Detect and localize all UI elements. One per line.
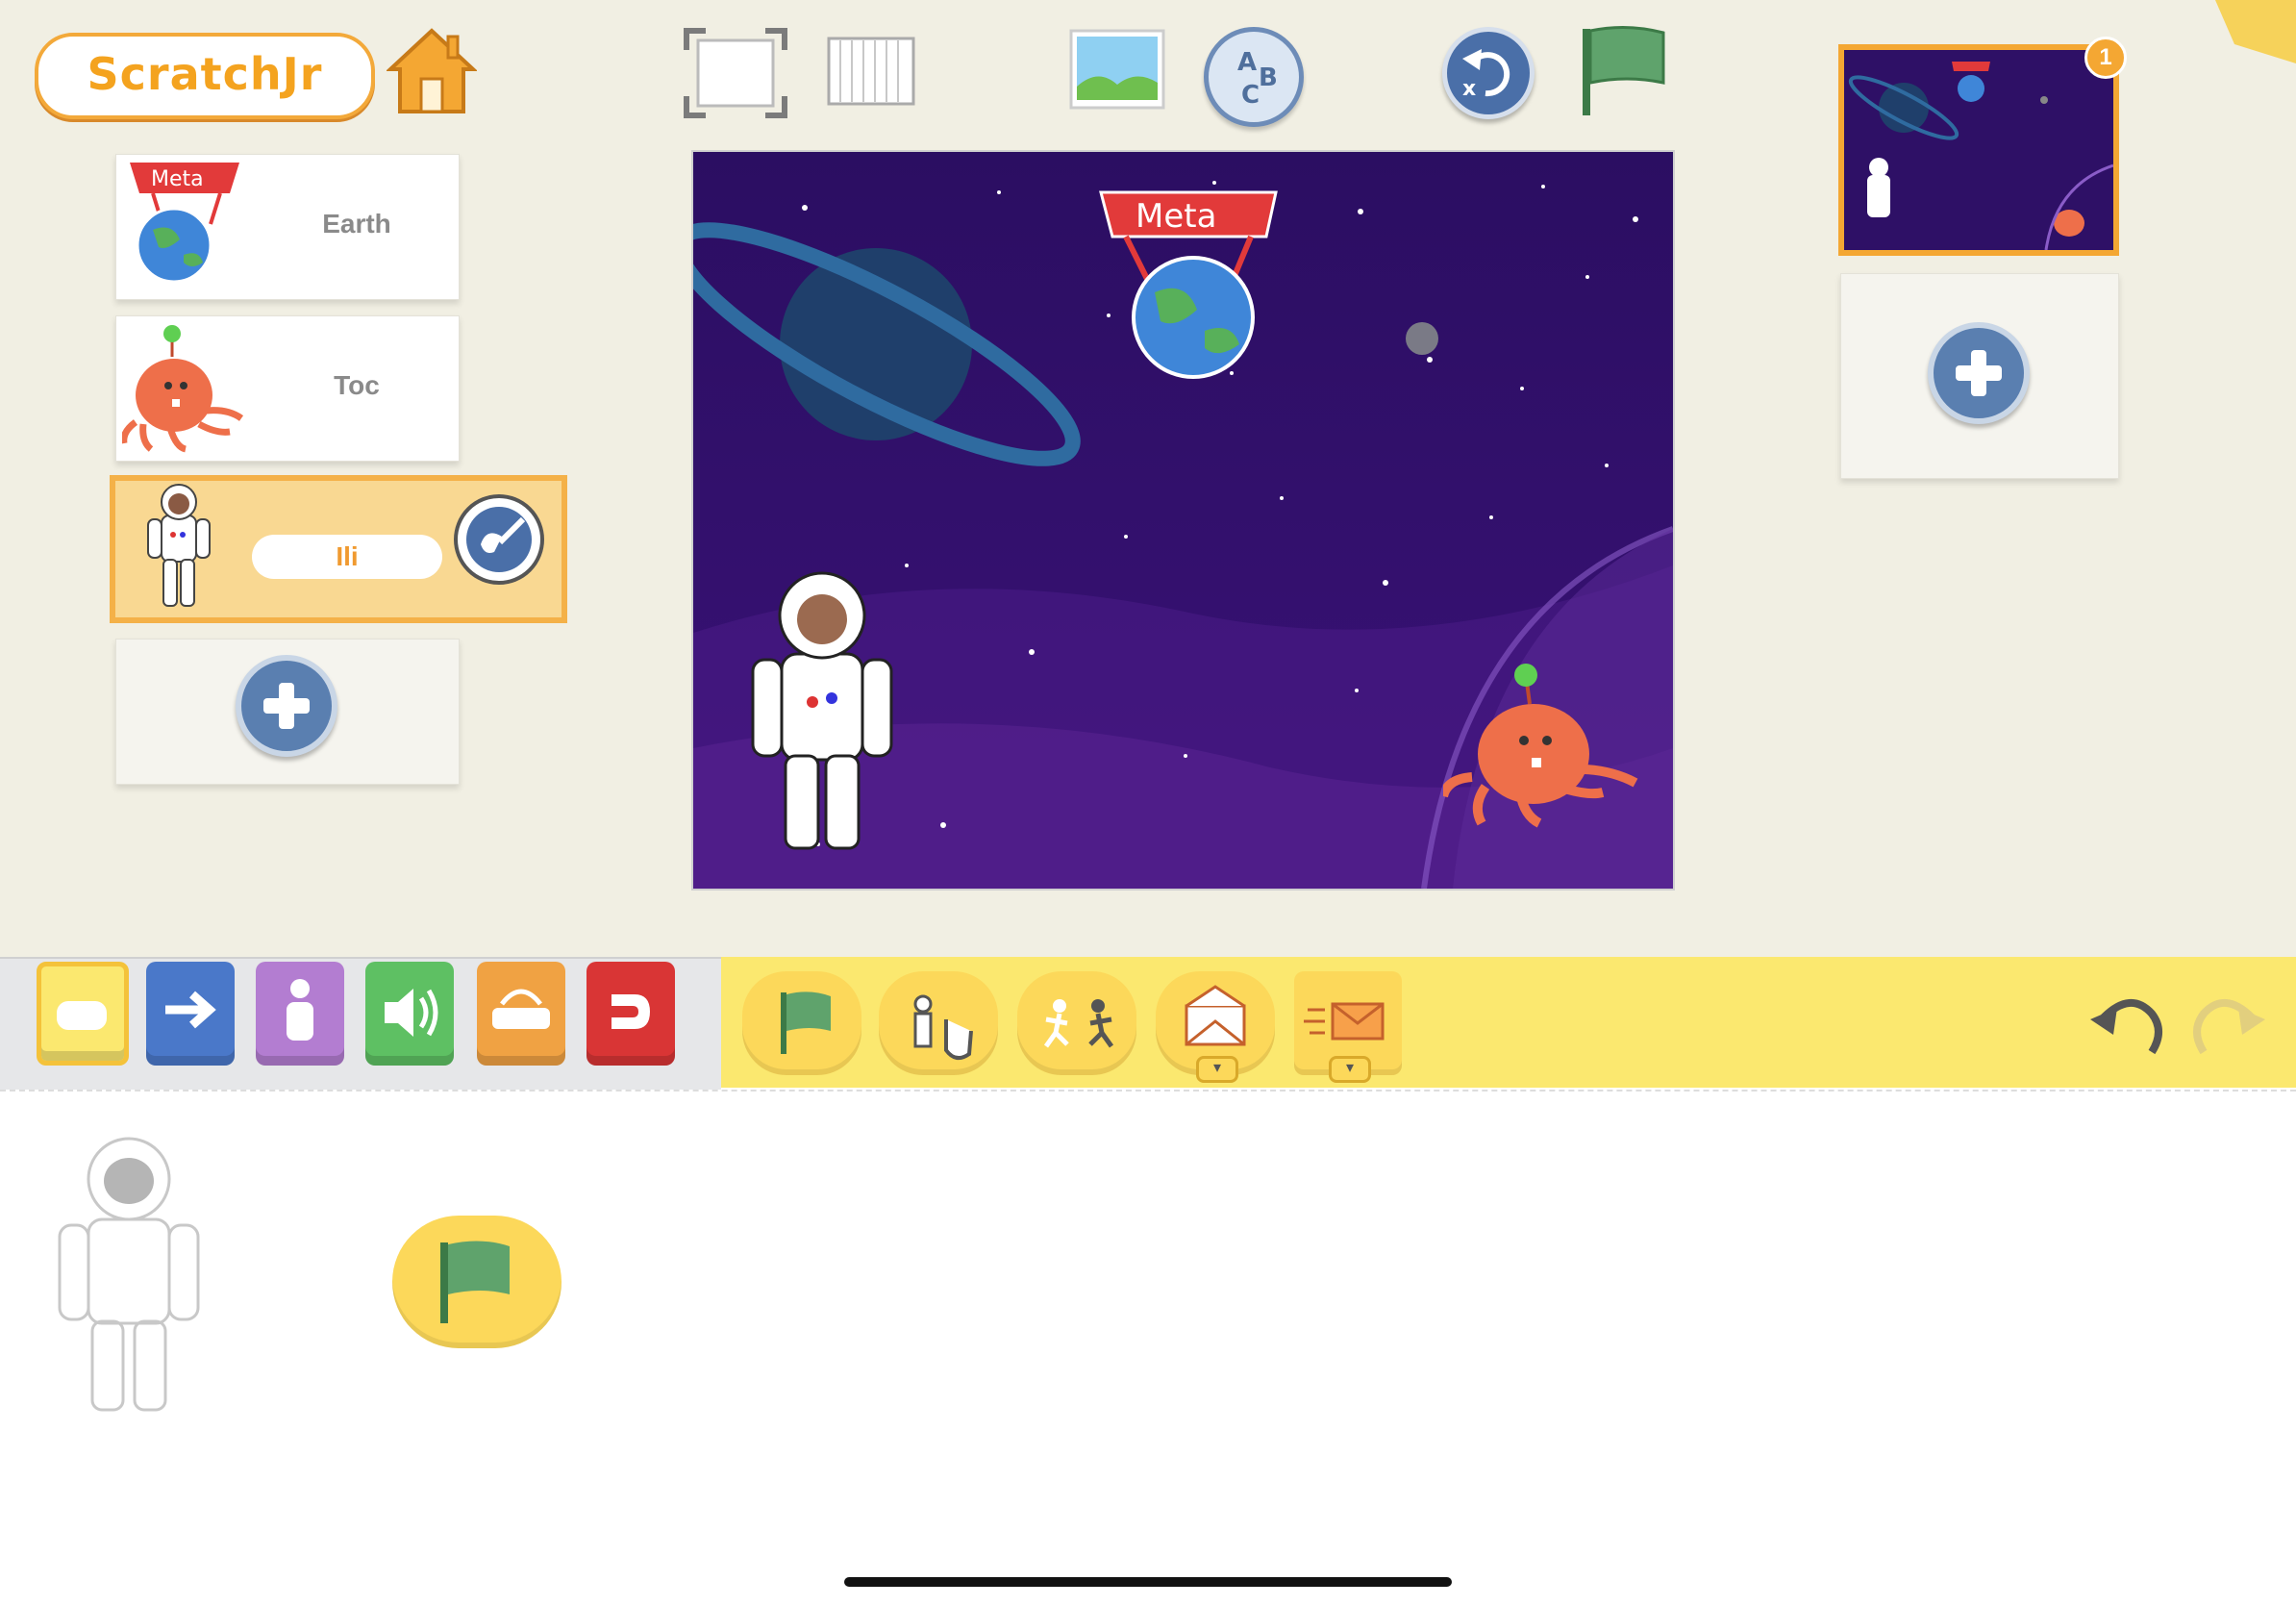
arrow-right-icon [165, 991, 216, 1029]
category-sound[interactable] [365, 962, 454, 1066]
add-page-button[interactable] [1928, 322, 2030, 424]
grid-icon [827, 37, 915, 106]
text-icon: A B C [1237, 48, 1278, 110]
category-end[interactable] [586, 962, 675, 1066]
add-text-button[interactable]: A B C [1204, 27, 1304, 127]
ili-astronaut-sprite[interactable] [745, 567, 899, 856]
redo-button[interactable] [2188, 985, 2271, 1062]
sprite-card-toc[interactable]: Toc [115, 315, 460, 462]
background-icon [1069, 29, 1165, 110]
page-thumbnail-1[interactable] [1838, 44, 2119, 256]
bump-icon [1043, 999, 1114, 1048]
sprite-name-toc: Toc [334, 370, 380, 400]
green-flag-icon [1583, 25, 1665, 115]
green-flag-button[interactable] [1579, 23, 1669, 119]
add-page-card [1840, 273, 2119, 479]
green-flag-icon [440, 1241, 510, 1323]
sprite-card-ili-selected[interactable]: Ili [110, 475, 567, 623]
svg-text:x: x [1462, 77, 1476, 101]
block-start-on-message[interactable]: ▾ [1156, 971, 1275, 1083]
undo-button[interactable] [2084, 985, 2167, 1062]
page-thumbnail-preview [1844, 50, 2113, 250]
block-send-message[interactable]: ▾ [1294, 971, 1402, 1083]
block-start-on-bump[interactable] [1017, 971, 1136, 1075]
grid-button[interactable] [827, 37, 915, 108]
page-corner-fold[interactable] [2215, 0, 2296, 63]
selected-sprite-ghost-astronaut [58, 1137, 200, 1412]
add-sprite-card [115, 639, 460, 785]
category-motion[interactable] [146, 962, 235, 1066]
end-icon [611, 994, 650, 1029]
control-icon [492, 989, 550, 1029]
redo-icon [2193, 998, 2265, 1055]
reset-characters-button[interactable]: x [1442, 27, 1535, 119]
home-button[interactable] [385, 27, 479, 115]
scratchjr-logo: ScratchJr [35, 33, 375, 119]
stage[interactable]: Meta [691, 150, 1675, 891]
stage-banner-text: Meta [1136, 197, 1216, 236]
category-triggering[interactable] [37, 962, 129, 1066]
person-icon [287, 979, 313, 1041]
trigger-category-icon [57, 1001, 107, 1030]
page-count-badge: 1 [2084, 37, 2127, 79]
fullscreen-icon [684, 28, 787, 118]
page-count-text: 1 [2099, 44, 2112, 70]
earth-sprite[interactable]: Meta [1097, 187, 1289, 379]
earth-sprite-thumbnail: Meta [130, 163, 239, 282]
category-looks[interactable] [256, 962, 344, 1066]
send-color-dropdown[interactable]: ▾ [1329, 1056, 1371, 1083]
sprite-name-earth: Earth [322, 209, 391, 238]
change-background-button[interactable] [1069, 29, 1165, 112]
category-control[interactable] [477, 962, 565, 1066]
fold-icon [2215, 0, 2296, 63]
undo-icon [2090, 998, 2162, 1055]
svg-text:A: A [1237, 48, 1257, 77]
add-sprite-button[interactable] [236, 655, 337, 757]
fullscreen-button[interactable] [683, 27, 788, 119]
plus-icon [263, 683, 310, 729]
sprite-name-ili: Ili [336, 541, 359, 571]
home-indicator[interactable] [844, 1577, 1452, 1587]
svg-text:C: C [1241, 81, 1260, 110]
block-start-on-green-flag[interactable] [742, 971, 861, 1075]
block-start-on-tap[interactable] [879, 971, 998, 1075]
script-block-start-on-green-flag[interactable] [392, 1216, 562, 1348]
message-color-dropdown[interactable]: ▾ [1196, 1056, 1238, 1083]
home-icon [385, 28, 479, 113]
logo-text: ScratchJr [87, 48, 323, 100]
speaker-icon [385, 989, 438, 1037]
toc-sprite-thumbnail [122, 325, 244, 453]
green-flag-icon [781, 991, 831, 1054]
plus-icon [1956, 350, 2002, 396]
toc-octopus-sprite[interactable] [1443, 662, 1645, 835]
sprite-name-field-ili[interactable]: Ili [252, 535, 442, 579]
sprite-card-earth[interactable]: Meta Earth [115, 154, 460, 300]
tap-icon [913, 994, 973, 1061]
paint-editor-button[interactable] [454, 494, 544, 585]
paintbrush-icon [466, 507, 532, 572]
ili-sprite-thumbnail [147, 484, 211, 607]
reset-icon: x [1462, 49, 1510, 101]
earth-banner-text: Meta [151, 167, 204, 191]
svg-text:B: B [1259, 63, 1278, 92]
script-area[interactable] [0, 1090, 2296, 1606]
